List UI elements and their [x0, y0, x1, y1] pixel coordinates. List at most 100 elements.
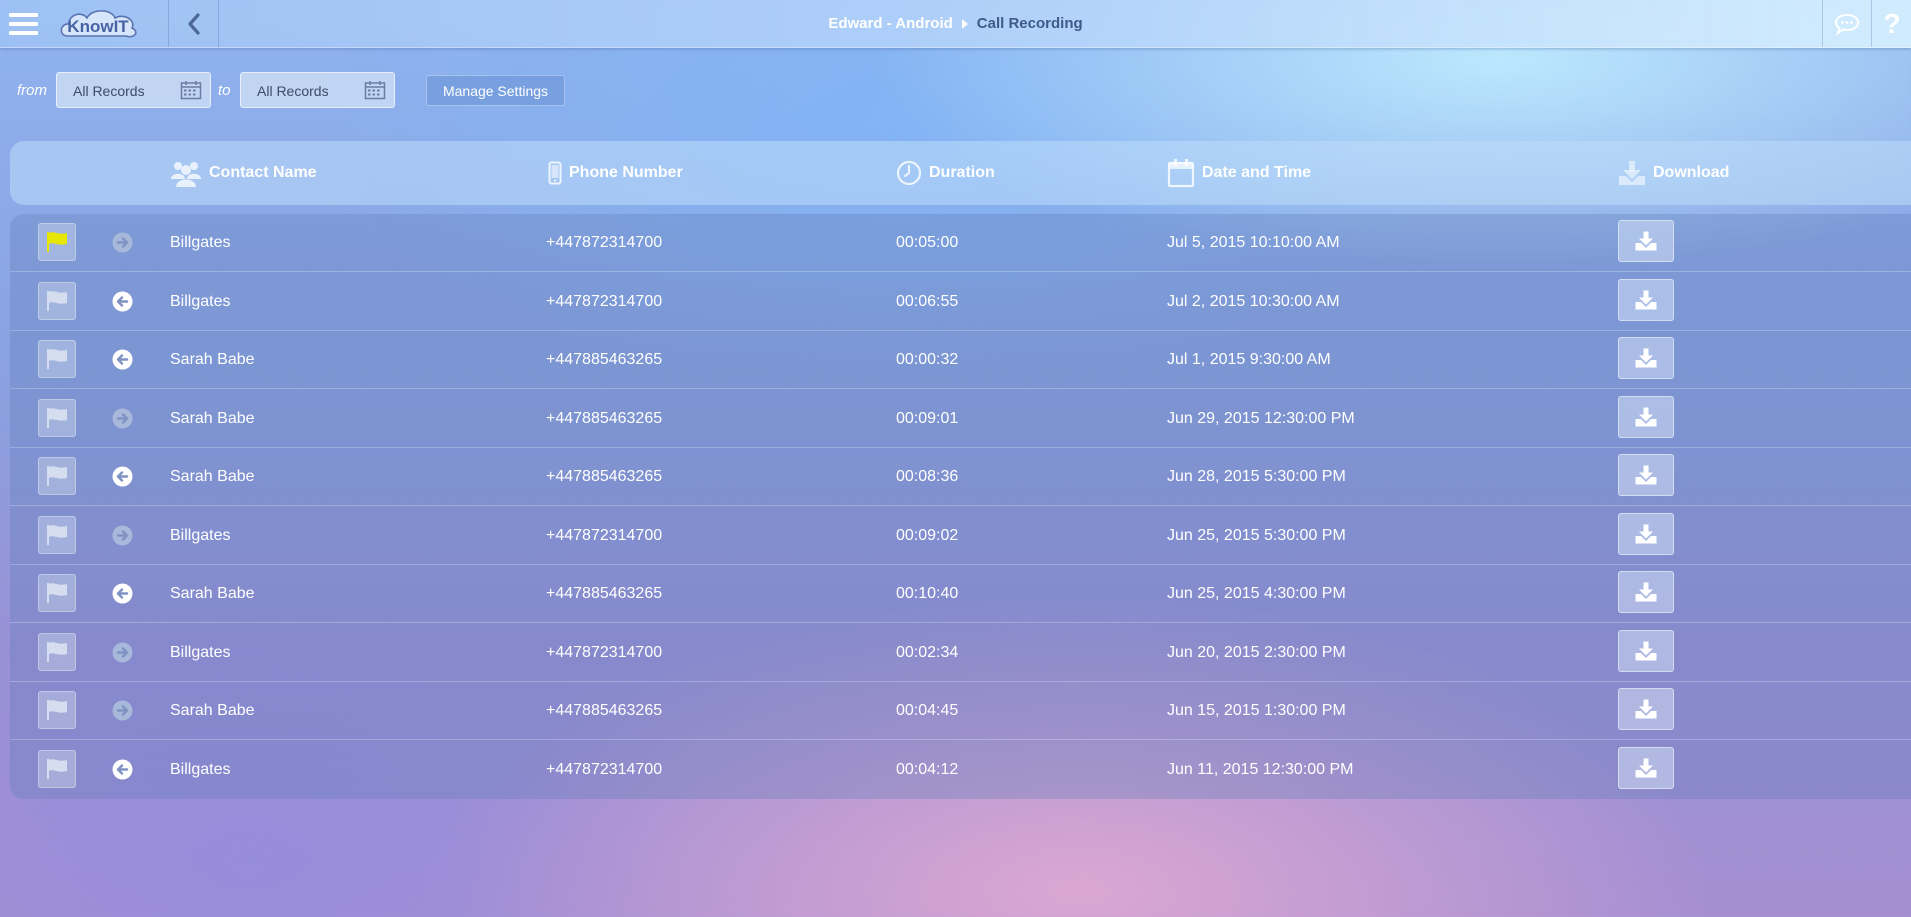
duration-cell: 00:08:36 — [896, 468, 959, 485]
flag-icon — [47, 641, 67, 662]
chat-button[interactable] — [1822, 0, 1871, 47]
table-row[interactable]: Sarah Babe +447885463265 00:04:45 Jun 15… — [10, 682, 1911, 740]
duration-cell: 00:04:12 — [896, 760, 959, 778]
arrow-left-circle-icon — [112, 759, 133, 779]
flag-button[interactable] — [38, 632, 76, 671]
mobile-phone-icon — [548, 161, 562, 185]
flag-button[interactable] — [38, 574, 76, 612]
flag-button[interactable] — [38, 398, 76, 437]
help-button[interactable]: ? — [1871, 0, 1911, 47]
flag-button[interactable] — [38, 281, 76, 320]
flag-icon — [47, 524, 67, 545]
question-mark-icon: ? — [1883, 7, 1901, 39]
date-time-cell: Jun 25, 2015 4:30:00 PM — [1167, 585, 1346, 602]
table-row[interactable]: Billgates +447872314700 00:05:00 Jul 5, … — [10, 214, 1911, 272]
duration-cell: 00:02:34 — [896, 643, 959, 661]
download-icon — [1635, 465, 1657, 485]
download-button[interactable] — [1618, 688, 1674, 730]
chevron-left-icon — [187, 12, 200, 35]
download-icon — [1635, 582, 1657, 602]
download-button[interactable] — [1618, 278, 1674, 321]
column-header-duration[interactable]: Duration — [896, 141, 995, 205]
flag-button[interactable] — [38, 691, 76, 729]
contact-name-cell: Billgates — [170, 760, 231, 778]
arrow-right-circle-icon — [112, 232, 133, 253]
date-time-cell: Jun 29, 2015 12:30:00 PM — [1167, 409, 1355, 427]
duration-cell: 00:04:45 — [896, 702, 959, 719]
download-icon — [1635, 290, 1657, 309]
duration-cell: 00:09:02 — [896, 526, 959, 544]
download-button[interactable] — [1618, 220, 1674, 262]
breadcrumb-device[interactable]: Edward - Android — [828, 15, 952, 32]
calendar-icon[interactable] — [364, 80, 386, 100]
flag-button[interactable] — [38, 749, 76, 788]
to-date-value: All Records — [257, 83, 329, 99]
users-icon — [171, 162, 201, 187]
flag-icon — [47, 407, 67, 428]
table-row[interactable]: Sarah Babe +447885463265 00:09:01 Jun 29… — [10, 390, 1911, 448]
phone-number-cell: +447885463265 — [546, 409, 663, 427]
table-row[interactable]: Sarah Babe +447885463265 00:08:36 Jun 28… — [10, 448, 1911, 506]
to-label: to — [218, 82, 231, 99]
flag-button[interactable] — [38, 340, 76, 378]
chat-bubble-icon — [1834, 13, 1860, 35]
from-date-value: All Records — [73, 83, 145, 99]
column-label-contact: Contact Name — [209, 164, 317, 181]
phone-number-cell: +447872314700 — [546, 292, 663, 310]
download-icon — [1635, 231, 1657, 251]
download-button[interactable] — [1618, 337, 1674, 379]
column-label-download: Download — [1653, 164, 1730, 181]
phone-number-cell: +447872314700 — [546, 760, 663, 778]
date-time-cell: Jul 1, 2015 9:30:00 AM — [1167, 351, 1331, 368]
manage-settings-button[interactable]: Manage Settings — [426, 75, 565, 106]
duration-cell: 00:09:01 — [896, 409, 959, 427]
flag-button[interactable] — [38, 515, 76, 554]
calendar-icon[interactable] — [180, 80, 202, 100]
download-icon — [1635, 348, 1657, 368]
recordings-table: Billgates +447872314700 00:05:00 Jul 5, … — [10, 214, 1911, 799]
breadcrumb-current-page: Call Recording — [976, 15, 1083, 32]
flag-button[interactable] — [38, 457, 76, 495]
contact-name-cell: Billgates — [170, 234, 231, 251]
flag-button[interactable] — [38, 223, 76, 261]
contact-name-cell: Sarah Babe — [170, 409, 255, 427]
date-time-cell: Jun 15, 2015 1:30:00 PM — [1167, 702, 1346, 719]
phone-number-cell: +447872314700 — [546, 643, 663, 661]
from-date-field[interactable]: All Records — [56, 72, 211, 108]
download-button[interactable] — [1618, 746, 1674, 789]
column-header-datetime[interactable]: Date and Time — [1167, 141, 1311, 205]
date-time-cell: Jun 11, 2015 12:30:00 PM — [1167, 760, 1354, 778]
back-button[interactable] — [168, 0, 219, 47]
download-button[interactable] — [1618, 629, 1674, 672]
column-label-duration: Duration — [929, 164, 995, 181]
column-header-contact[interactable]: Contact Name — [170, 141, 317, 205]
table-header: Contact Name Phone Number Duration Date … — [10, 141, 1911, 205]
table-row[interactable]: Billgates +447872314700 00:02:34 Jun 20,… — [10, 624, 1911, 682]
table-row[interactable]: Billgates +447872314700 00:09:02 Jun 25,… — [10, 507, 1911, 565]
table-row[interactable]: Billgates +447872314700 00:06:55 Jul 2, … — [10, 273, 1911, 331]
column-header-phone[interactable]: Phone Number — [548, 141, 683, 205]
download-icon — [1635, 524, 1657, 543]
flag-icon — [47, 232, 67, 252]
download-icon — [1635, 407, 1657, 426]
duration-cell: 00:00:32 — [896, 351, 959, 368]
download-button[interactable] — [1618, 512, 1674, 555]
flag-icon — [47, 290, 67, 311]
table-row[interactable]: Billgates +447872314700 00:04:12 Jun 11,… — [10, 741, 1911, 799]
table-row[interactable]: Sarah Babe +447885463265 00:00:32 Jul 1,… — [10, 331, 1911, 389]
contact-name-cell: Sarah Babe — [170, 351, 255, 368]
to-date-field[interactable]: All Records — [240, 72, 395, 108]
arrow-right-circle-icon — [112, 700, 133, 721]
knowit-logo[interactable]: KnowIT — [60, 6, 138, 40]
table-row[interactable]: Sarah Babe +447885463265 00:10:40 Jun 25… — [10, 565, 1911, 623]
download-button[interactable] — [1618, 571, 1674, 613]
duration-cell: 00:10:40 — [896, 585, 959, 602]
flag-icon — [47, 583, 67, 603]
flag-icon — [47, 466, 67, 486]
download-button[interactable] — [1618, 395, 1674, 438]
top-bar: KnowIT Edward - Android Call Recording ? — [0, 0, 1911, 48]
phone-number-cell: +447872314700 — [546, 234, 663, 251]
download-button[interactable] — [1618, 454, 1674, 496]
hamburger-menu-icon[interactable] — [0, 0, 46, 47]
download-icon — [1635, 758, 1657, 777]
